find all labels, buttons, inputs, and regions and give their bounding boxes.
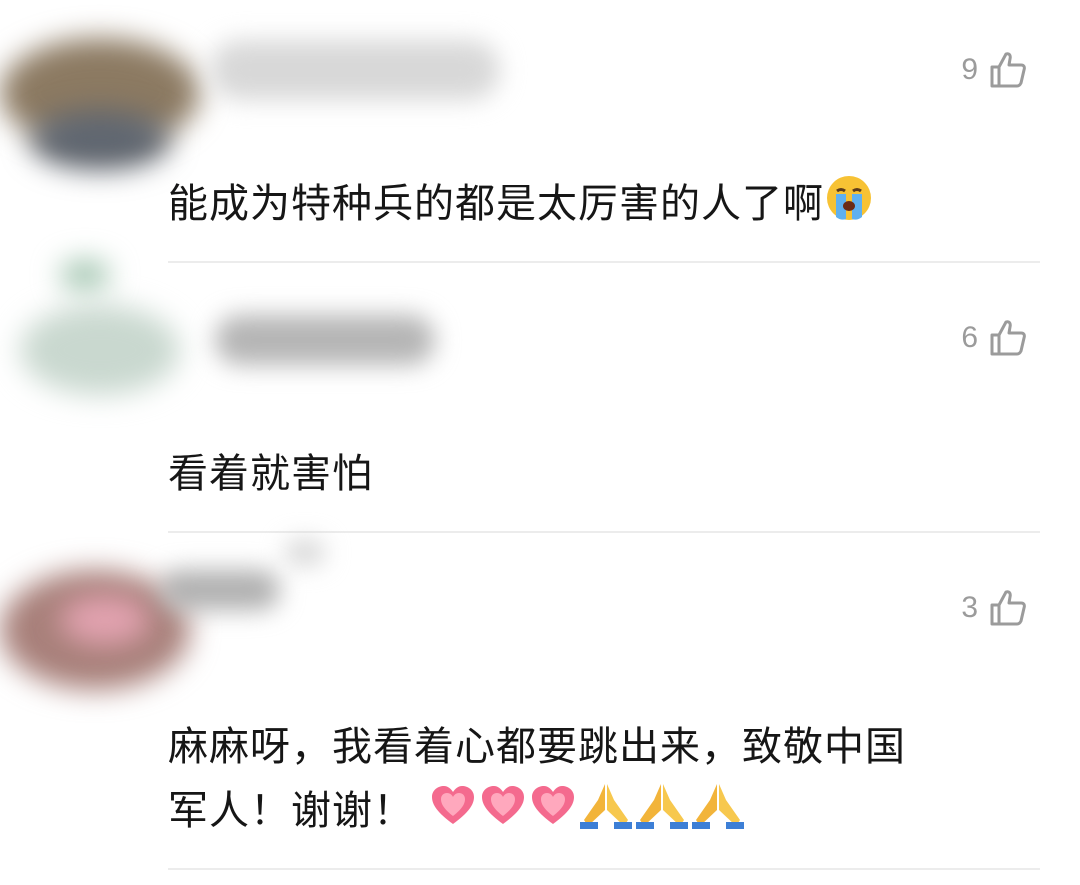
comment-item: 3 麻麻呀，我看着心都要跳出来，致敬中国 军人！谢谢！ [0, 535, 1080, 885]
divider [168, 868, 1040, 870]
growing-heart-icon [428, 780, 478, 849]
like-count: 3 [961, 591, 978, 624]
divider [168, 531, 1040, 533]
like-count: 6 [961, 321, 978, 354]
comment-text: 麻麻呀，我看着心都要跳出来，致敬中国 军人！谢谢！ [168, 715, 1020, 849]
like-count: 9 [961, 53, 978, 86]
divider [168, 261, 1040, 263]
comment-text: 能成为特种兵的都是太厉害的人了啊 [168, 172, 1020, 242]
folded-hands-icon [634, 780, 690, 849]
like-button[interactable]: 3 [961, 588, 1028, 628]
folded-hands-icon [578, 780, 634, 849]
folded-hands-icon [690, 780, 746, 849]
loudly-crying-face-icon [824, 173, 874, 242]
comment-item: 6 看着就害怕 [0, 260, 1080, 535]
growing-heart-icon [478, 780, 528, 849]
thumbs-up-icon [988, 50, 1028, 90]
comment-item: 9 能成为特种兵的都是太厉害的人了啊 [0, 0, 1080, 265]
growing-heart-icon [528, 780, 578, 849]
thumbs-up-icon [988, 318, 1028, 358]
thumbs-up-icon [988, 588, 1028, 628]
like-button[interactable]: 9 [961, 50, 1028, 90]
like-button[interactable]: 6 [961, 318, 1028, 358]
comment-text: 看着就害怕 [168, 451, 373, 497]
